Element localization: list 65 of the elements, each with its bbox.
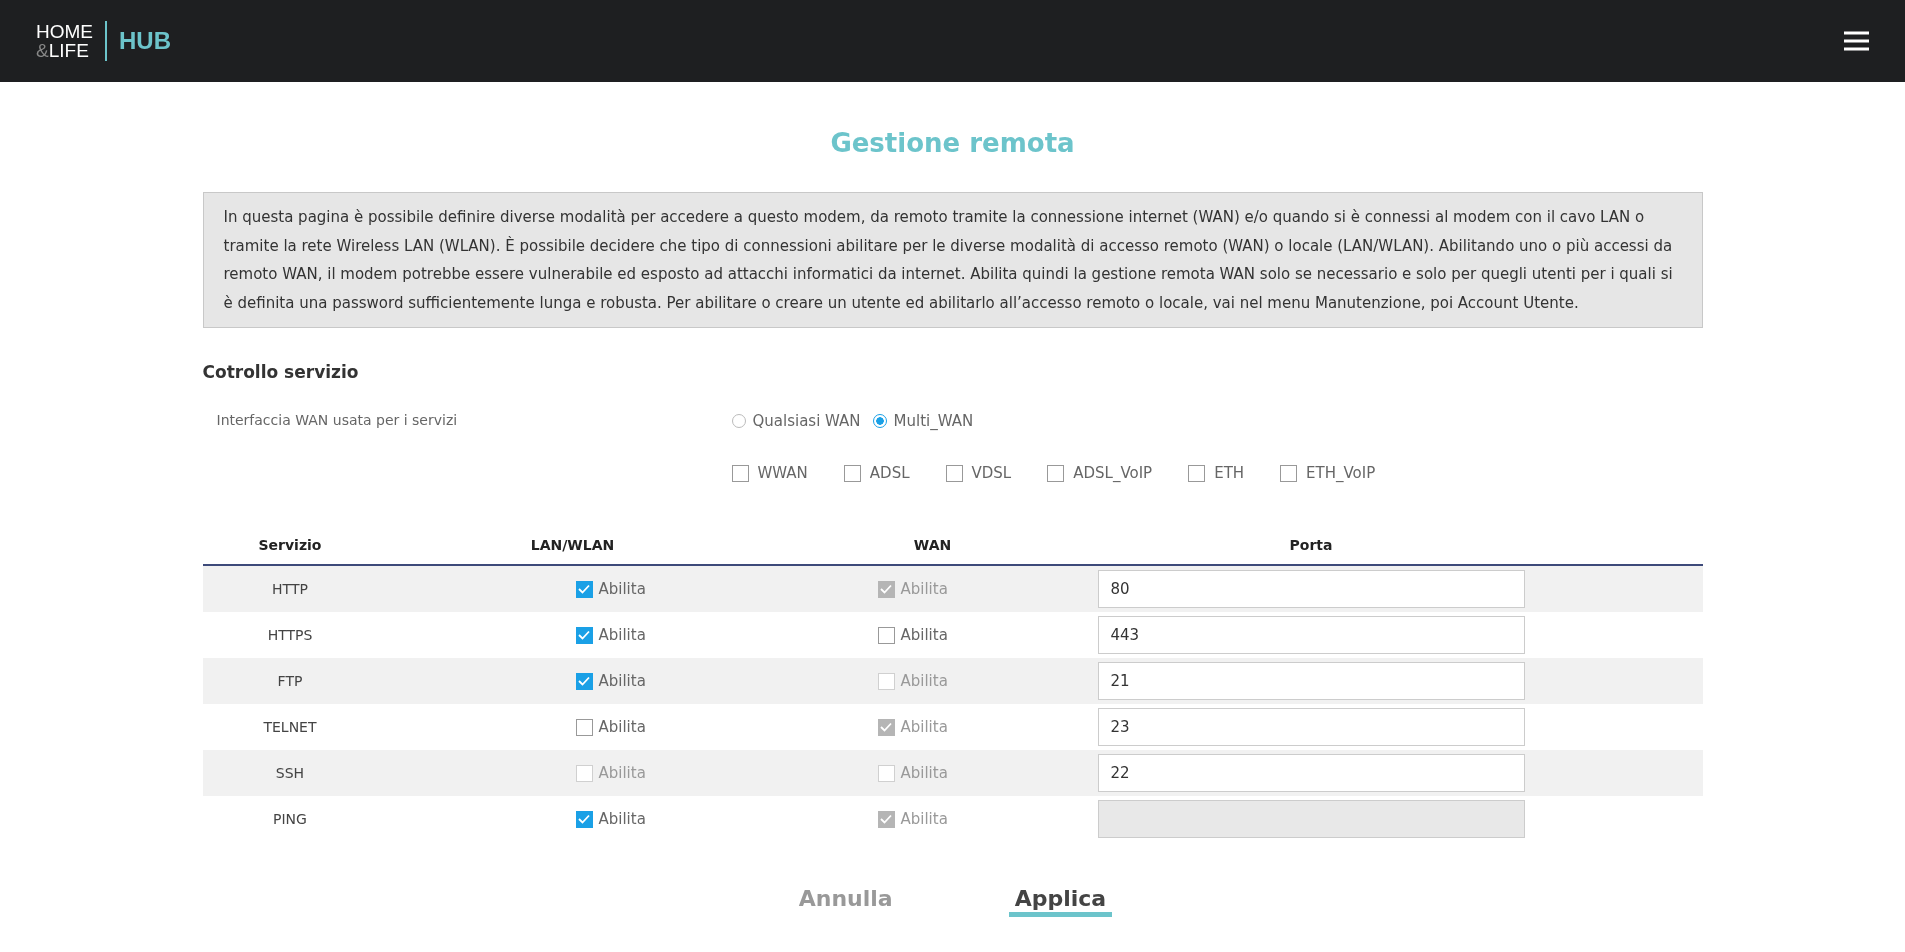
check-icon xyxy=(880,584,892,594)
checkbox-label: Abilita xyxy=(598,764,646,782)
port-input[interactable]: 21 xyxy=(1097,662,1525,700)
checkbox[interactable] xyxy=(575,718,593,736)
checkbox-label: Abilita xyxy=(900,580,948,598)
radio-option[interactable]: Multi_WAN xyxy=(872,412,974,430)
service-name: HTTP xyxy=(271,581,309,597)
service-name: HTTPS xyxy=(266,627,314,643)
logo-text: LIFE xyxy=(48,41,89,60)
checkbox-label: Abilita xyxy=(900,672,948,690)
checkbox[interactable] xyxy=(877,626,895,644)
check-icon xyxy=(880,722,892,732)
checkbox[interactable] xyxy=(1047,464,1065,482)
checkbox-label: Abilita xyxy=(598,626,646,644)
checkbox[interactable] xyxy=(1280,464,1298,482)
checkbox[interactable] xyxy=(575,580,593,598)
check-icon xyxy=(880,814,892,824)
column-header: WAN xyxy=(912,537,953,553)
menu-icon xyxy=(1844,30,1869,52)
checkbox[interactable] xyxy=(575,810,593,828)
port-input[interactable]: 443 xyxy=(1097,616,1525,654)
checkbox-label: ETH xyxy=(1214,464,1245,482)
checkbox[interactable] xyxy=(575,626,593,644)
page-title: Gestione remota xyxy=(829,128,1076,158)
logo-hub-text: HUB xyxy=(119,27,171,55)
menu-button[interactable] xyxy=(1844,30,1869,52)
port-input[interactable]: 23 xyxy=(1097,708,1525,746)
service-name: PING xyxy=(272,811,308,827)
info-text: In questa pagina è possibile definire diverse modalità per accedere a questo modem, da remoto tramite la connessione internet (WAN) e/o quando si è connessi al modem con il cavo LAN o tramite la rete Wireless LAN (WLAN). È possibile decidere che tipo di connessioni abilitare per le diverse modalità di accesso remoto (WAN) o locale (LAN/WLAN). Abilitando uno o più accessi da remoto WAN, il modem potrebbe essere vulnerabile ed esposto ad attacchi informatici da internet. Abilita quindi la gestione remota WAN solo se necessario e solo per quegli utenti per i quali si è definita una password sufficientemente lunga e robusta. Per abilitare o creare un utente ed abilitarlo all’accesso remoto o locale, vai nel menu Manutenzione, poi Account Utente. xyxy=(202,192,1703,328)
radio-option[interactable]: Qualsiasi WAN xyxy=(731,412,861,430)
column-header: LAN/WLAN xyxy=(529,537,616,553)
field-label: Interfaccia WAN usata per i servizi xyxy=(216,412,459,430)
section-title: Cotrollo servizio xyxy=(202,362,360,382)
checkbox-label: Abilita xyxy=(900,626,948,644)
checkbox[interactable] xyxy=(945,464,963,482)
checkbox-label: Abilita xyxy=(900,764,948,782)
checkbox[interactable] xyxy=(843,464,861,482)
checkbox-label: ADSL_VoIP xyxy=(1073,464,1153,482)
checkbox-label: Abilita xyxy=(598,580,646,598)
checkbox-label: ETH_VoIP xyxy=(1306,464,1376,482)
logo-ampersand: & xyxy=(36,41,49,60)
checkbox-label: VDSL xyxy=(971,464,1012,482)
checkbox[interactable] xyxy=(1188,464,1206,482)
check-icon xyxy=(578,584,590,594)
service-name: SSH xyxy=(274,765,306,781)
check-icon xyxy=(578,814,590,824)
checkbox-label: Abilita xyxy=(598,672,646,690)
column-header: Servizio xyxy=(257,537,323,553)
port-input[interactable]: 22 xyxy=(1097,754,1525,792)
service-name: TELNET xyxy=(262,719,318,735)
port-input[interactable]: 80 xyxy=(1097,570,1525,608)
logo-text: HOME xyxy=(36,22,93,41)
service-name: FTP xyxy=(276,673,304,689)
checkbox-label: Abilita xyxy=(598,718,646,736)
checkbox-label: Abilita xyxy=(900,810,948,828)
column-header: Porta xyxy=(1289,537,1333,553)
checkbox-label: ADSL xyxy=(869,464,910,482)
checkbox-label: Abilita xyxy=(598,810,646,828)
checkbox[interactable] xyxy=(575,672,593,690)
checkbox-label: WWAN xyxy=(757,464,808,482)
checkbox-label: Abilita xyxy=(900,718,948,736)
check-icon xyxy=(578,676,590,686)
check-icon xyxy=(578,630,590,640)
checkbox[interactable] xyxy=(731,464,749,482)
logo-divider xyxy=(105,21,107,61)
